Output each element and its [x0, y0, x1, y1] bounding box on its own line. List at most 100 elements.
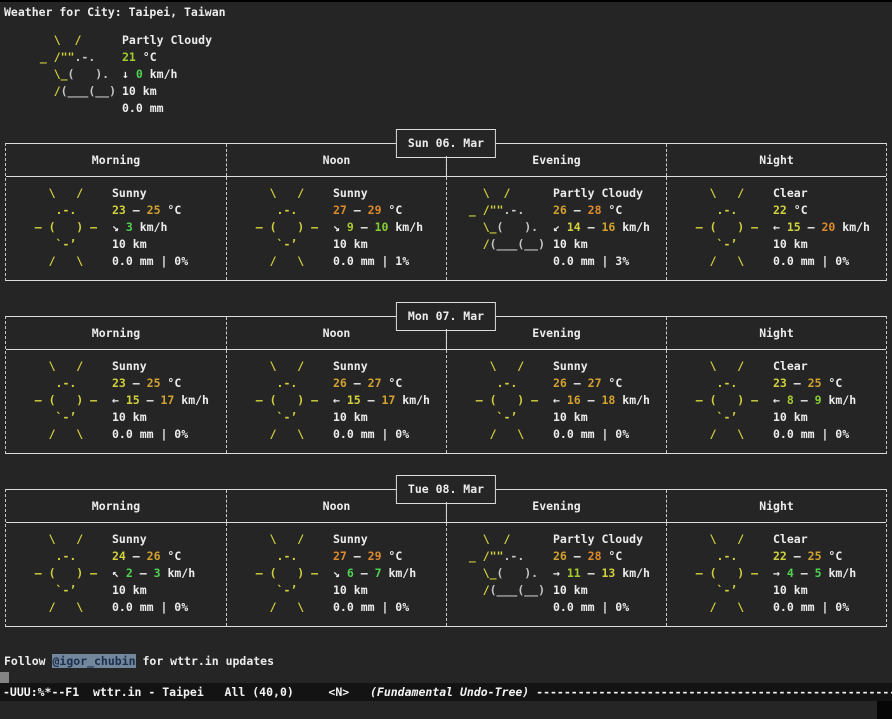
date-label: Sun 06. Mar	[396, 129, 496, 158]
weather-cell-details: Sunny27 – 29 °C↘ 9 – 10 km/h10 km0.0 mm …	[333, 185, 423, 270]
footer-text: Follow	[4, 654, 52, 668]
current-temperature-value: 21 °C	[122, 49, 212, 66]
precipitation-value: 0.0 mm | 0%	[112, 426, 209, 443]
weather-cell-details: Partly Cloudy26 – 28 °C→ 11 – 13 km/h10 …	[553, 531, 650, 616]
condition-label: Clear	[773, 358, 856, 375]
partly-cloudy-icon: \ / _ /"".-. \_( ). /(___(__)	[455, 185, 553, 270]
visibility-value: 10 km	[773, 582, 856, 599]
weather-cell-details: Sunny24 – 26 °C↖ 2 – 3 km/h10 km0.0 mm |…	[112, 531, 195, 616]
evil-state-indicator: <N>	[328, 685, 349, 699]
condition-label: Sunny	[333, 185, 423, 202]
day-table: Sun 06. MarMorningNoonEveningNight \ / .…	[5, 143, 887, 281]
period-header-night: Night	[666, 317, 886, 349]
forecast-cell-row: \ / .-. – ( ) – `-’ / \Sunny23 – 25 °C← …	[6, 350, 886, 453]
period-header-morning: Morning	[6, 317, 226, 349]
echo-area[interactable]	[0, 701, 892, 719]
temperature-value: 26 – 28 °C	[553, 202, 650, 219]
precipitation-value: 0.0 mm | 0%	[773, 253, 870, 270]
weather-cell-details: Sunny27 – 29 °C↘ 6 – 7 km/h10 km0.0 mm |…	[333, 531, 416, 616]
visibility-value: 10 km	[773, 409, 856, 426]
visibility-value: 10 km	[553, 409, 650, 426]
weather-cell: \ / .-. – ( ) – `-’ / \Sunny23 – 25 °C↘ …	[6, 177, 226, 280]
temperature-value: 24 – 26 °C	[112, 548, 195, 565]
visibility-value: 10 km	[333, 236, 423, 253]
sunny-icon: \ / .-. – ( ) – `-’ / \	[14, 358, 112, 443]
wind-value: ← 8 – 9 km/h	[773, 392, 856, 409]
temperature-value: 26 – 27 °C	[553, 375, 650, 392]
temperature-value: 23 – 25 °C	[112, 202, 188, 219]
sunny-icon: \ / .-. – ( ) – `-’ / \	[235, 185, 333, 270]
weather-cell: \ / _ /"".-. \_( ). /(___(__)Partly Clou…	[446, 177, 666, 280]
visibility-value: 10 km	[112, 582, 195, 599]
wind-value: ↘ 3 km/h	[112, 219, 188, 236]
weather-cell-details: Clear22 – 25 °C→ 4 – 5 km/h10 km0.0 mm |…	[773, 531, 856, 616]
weather-cell-details: Sunny26 – 27 °C← 16 – 18 km/h10 km0.0 mm…	[553, 358, 650, 443]
terminal-screen: { "palette": { "fg": "#ececec", "yellow"…	[0, 0, 892, 719]
weather-cell-details: Sunny23 – 25 °C↘ 3 km/h10 km0.0 mm | 0%	[112, 185, 188, 270]
weather-cell: \ / .-. – ( ) – `-’ / \Sunny27 – 29 °C↘ …	[226, 523, 446, 626]
twitter-handle-link[interactable]: @igor_chubin	[52, 654, 135, 668]
window-corner	[877, 701, 892, 719]
wind-value: → 11 – 13 km/h	[553, 565, 650, 582]
footer-note: Follow @igor_chubin for wttr.in updates	[4, 653, 892, 670]
weather-cell-details: Clear22 °C← 15 – 20 km/h10 km0.0 mm | 0%	[773, 185, 870, 270]
wind-value: ↙ 14 – 16 km/h	[553, 219, 650, 236]
sunny-icon: \ / .-. – ( ) – `-’ / \	[235, 531, 333, 616]
sunny-icon: \ / .-. – ( ) – `-’ / \	[675, 185, 773, 270]
major-mode-label: (Fundamental Undo-Tree)	[370, 685, 529, 699]
weather-cell: \ / .-. – ( ) – `-’ / \Clear22 – 25 °C→ …	[666, 523, 886, 626]
weather-cell: \ / .-. – ( ) – `-’ / \Clear23 – 25 °C← …	[666, 350, 886, 453]
sunny-icon: \ / .-. – ( ) – `-’ / \	[14, 185, 112, 270]
condition-label: Partly Cloudy	[553, 185, 650, 202]
wind-value: ← 15 – 20 km/h	[773, 219, 870, 236]
condition-label: Sunny	[112, 358, 209, 375]
date-label: Tue 08. Mar	[396, 475, 496, 504]
wind-value: ↘ 6 – 7 km/h	[333, 565, 416, 582]
page-title: Weather for City: Taipei, Taiwan	[0, 0, 892, 21]
footer-text-suffix: for wttr.in updates	[136, 654, 274, 668]
condition-label: Sunny	[333, 531, 416, 548]
weather-cell: \ / .-. – ( ) – `-’ / \Sunny26 – 27 °C← …	[226, 350, 446, 453]
visibility-value: 10 km	[773, 236, 870, 253]
wind-value: ← 15 – 17 km/h	[333, 392, 430, 409]
weather-cell: \ / .-. – ( ) – `-’ / \Sunny26 – 27 °C← …	[446, 350, 666, 453]
wind-value: ← 16 – 18 km/h	[553, 392, 650, 409]
wind-value: ↘ 9 – 10 km/h	[333, 219, 423, 236]
temperature-value: 22 – 25 °C	[773, 548, 856, 565]
temperature-value: 27 – 29 °C	[333, 202, 423, 219]
period-header-night: Night	[666, 144, 886, 176]
weather-cell-details: Partly Cloudy26 – 28 °C↙ 14 – 16 km/h10 …	[553, 185, 650, 270]
precipitation-value: 0.0 mm | 1%	[333, 253, 423, 270]
temperature-value: 26 – 28 °C	[553, 548, 650, 565]
precipitation-value: 0.0 mm | 0%	[333, 426, 430, 443]
visibility-value: 10 km	[112, 409, 209, 426]
day-table: Mon 07. MarMorningNoonEveningNight \ / .…	[5, 316, 887, 454]
weather-cell: \ / _ /"".-. \_( ). /(___(__)Partly Clou…	[446, 523, 666, 626]
precipitation-value: 0.0 mm | 0%	[553, 599, 650, 616]
temperature-value: 26 – 27 °C	[333, 375, 430, 392]
day-table: Tue 08. MarMorningNoonEveningNight \ / .…	[5, 489, 887, 627]
weather-cell: \ / .-. – ( ) – `-’ / \Sunny23 – 25 °C← …	[6, 350, 226, 453]
weather-cell: \ / .-. – ( ) – `-’ / \Sunny24 – 26 °C↖ …	[6, 523, 226, 626]
precipitation-value: 0.0 mm | 3%	[553, 253, 650, 270]
emacs-mode-line[interactable]: -UUU:%*--F1 wttr.in - Taipei All (40,0) …	[0, 683, 892, 701]
current-condition-label: Partly Cloudy	[122, 32, 212, 49]
mode-line-buffer-info: -UUU:%*--F1 wttr.in - Taipei All (40,0)	[3, 685, 294, 699]
period-header-night: Night	[666, 490, 886, 522]
visibility-value: 10 km	[553, 236, 650, 253]
precipitation-value: 0.0 mm | 0%	[333, 599, 416, 616]
forecast-cell-row: \ / .-. – ( ) – `-’ / \Sunny24 – 26 °C↖ …	[6, 523, 886, 626]
current-conditions-details: Partly Cloudy 21 °C ↓ 0 km/h 10 km 0.0 m…	[122, 32, 212, 117]
condition-label: Clear	[773, 531, 856, 548]
date-label: Mon 07. Mar	[396, 302, 496, 331]
sunny-icon: \ / .-. – ( ) – `-’ / \	[14, 531, 112, 616]
condition-label: Sunny	[333, 358, 430, 375]
forecast-tables: Sun 06. MarMorningNoonEveningNight \ / .…	[0, 143, 892, 627]
temperature-value: 22 °C	[773, 202, 870, 219]
wind-value: ↖ 2 – 3 km/h	[112, 565, 195, 582]
mode-line-dashes: ----------------------------------------…	[529, 685, 892, 699]
sunny-icon: \ / .-. – ( ) – `-’ / \	[455, 358, 553, 443]
precipitation-value: 0.0 mm | 0%	[112, 253, 188, 270]
wind-value: → 4 – 5 km/h	[773, 565, 856, 582]
current-conditions: \ / _ /"".-. \_( ). /(___(__) Partly Clo…	[26, 32, 892, 117]
